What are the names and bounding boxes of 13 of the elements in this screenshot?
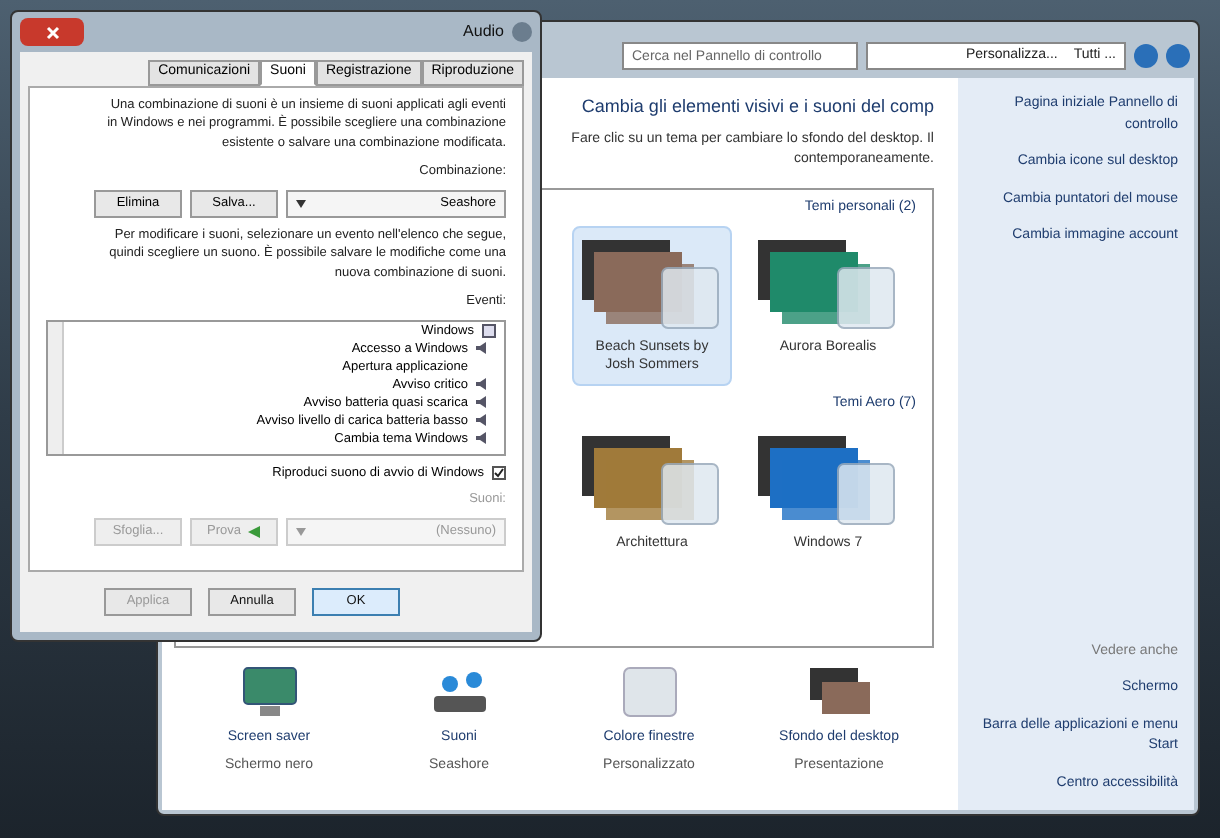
window-title: Audio: [463, 20, 504, 44]
checkbox[interactable]: [492, 465, 506, 480]
page-heading: Cambia gli elementi visivi e i suoni del comp: [581, 94, 934, 120]
window-icon: [482, 323, 496, 337]
photo-stack-icon: [805, 663, 873, 719]
play-icon: [248, 526, 261, 538]
caret-icon: [296, 199, 306, 207]
close-button[interactable]: [20, 18, 84, 46]
close-icon: [45, 25, 59, 39]
caret-icon: [296, 528, 306, 536]
scrollbar: [48, 321, 64, 453]
check-icon: [494, 467, 504, 478]
color-swatch-icon: [619, 663, 679, 719]
